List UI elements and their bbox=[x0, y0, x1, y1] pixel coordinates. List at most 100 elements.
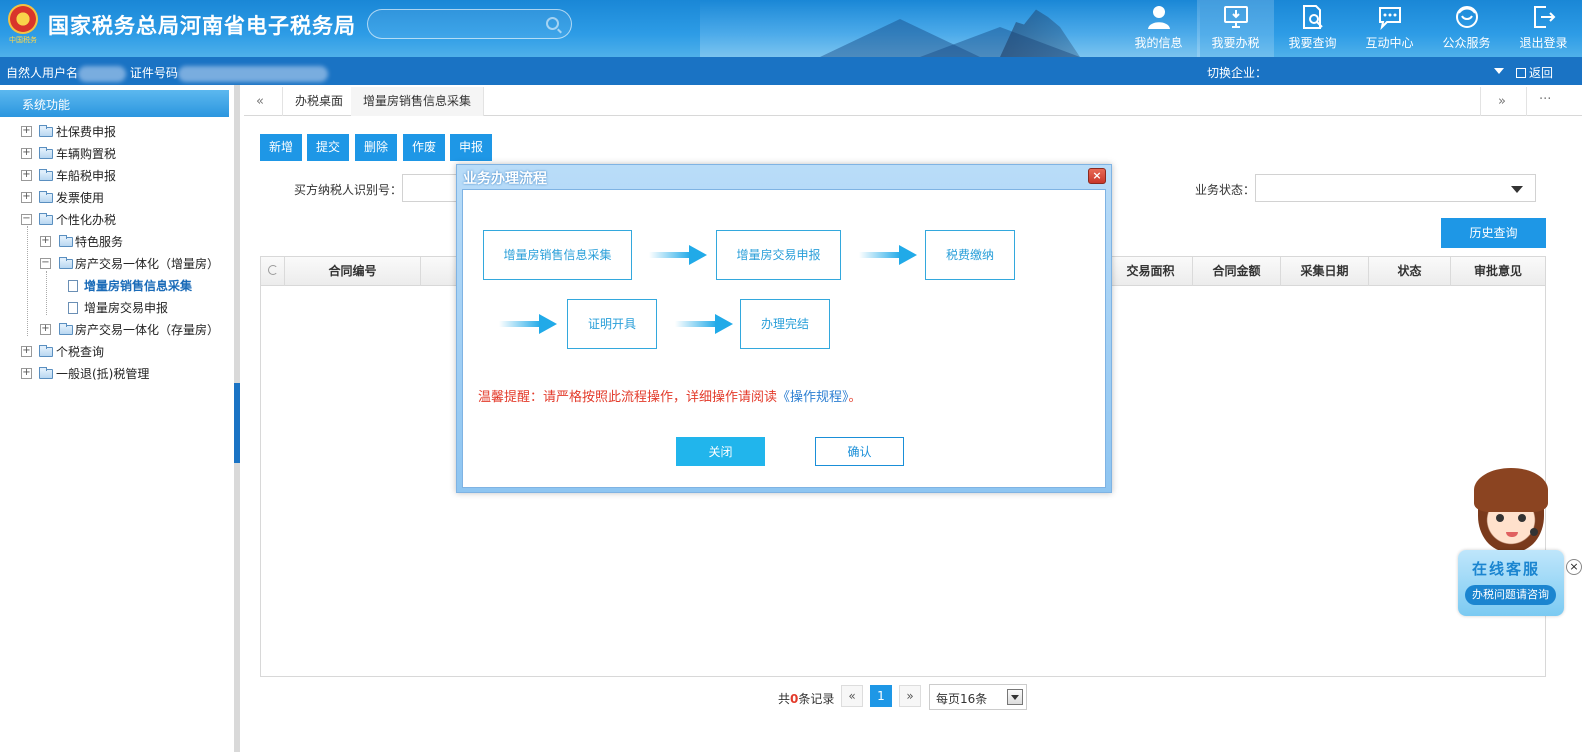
search-icon[interactable] bbox=[546, 17, 559, 30]
site-title: 国家税务总局河南省电子税务局 bbox=[48, 14, 356, 38]
sidebar-item-vehicle-purchase-tax[interactable]: + 车辆购置税 bbox=[0, 143, 232, 165]
prev-page-button[interactable]: « bbox=[841, 685, 863, 707]
chevron-down-icon bbox=[1511, 186, 1523, 193]
document-search-icon bbox=[1300, 4, 1326, 30]
sidebar-item-invoice[interactable]: + 发票使用 bbox=[0, 187, 232, 209]
tax-emblem-logo: 中国税务 bbox=[6, 4, 40, 44]
folder-open-icon bbox=[39, 213, 53, 225]
sidebar-scroll-thumb[interactable] bbox=[234, 383, 240, 463]
expand-icon[interactable]: + bbox=[21, 148, 32, 159]
chat-icon bbox=[1377, 4, 1403, 31]
collapse-icon[interactable]: − bbox=[21, 214, 32, 225]
column-approval-opinion[interactable]: 审批意见 bbox=[1451, 257, 1545, 286]
sidebar-item-vehicle-vessel-tax[interactable]: + 车船税申报 bbox=[0, 165, 232, 187]
sidebar-item-new-house-declaration[interactable]: 增量房交易申报 bbox=[0, 297, 232, 319]
expand-icon[interactable]: + bbox=[40, 236, 51, 247]
warning-message: 温馨提醒：请严格按照此流程操作，详细操作请阅读《操作规程》。 bbox=[478, 390, 862, 405]
step-transaction-declaration[interactable]: 增量房交易申报 bbox=[716, 230, 841, 280]
sidebar-item-social-security[interactable]: + 社保费申报 bbox=[0, 121, 232, 143]
expand-icon[interactable]: + bbox=[21, 346, 32, 357]
switch-enterprise-label: 切换企业： bbox=[1207, 66, 1268, 80]
nav-handle-tax[interactable]: 我要办税 bbox=[1197, 0, 1274, 57]
online-support-widget[interactable]: 在线客服 办税问题请咨询 × bbox=[1458, 468, 1582, 620]
status-select[interactable] bbox=[1255, 174, 1536, 202]
tab-new-house-sales-collection[interactable]: 增量房销售信息采集 bbox=[351, 87, 485, 116]
sidebar-item-existing-house-transaction[interactable]: + 房产交易一体化（存量房） bbox=[0, 319, 232, 341]
support-subtitle[interactable]: 办税问题请咨询 bbox=[1465, 585, 1556, 605]
declare-button[interactable]: 申报 bbox=[450, 134, 493, 161]
folder-icon bbox=[39, 169, 53, 181]
sidebar-title: 系统功能 bbox=[0, 90, 229, 117]
sidebar-item-personalized-tax[interactable]: − 个性化办税 bbox=[0, 209, 232, 231]
column-contract-amount[interactable]: 合同金额 bbox=[1193, 257, 1281, 286]
flow-arrow-icon bbox=[859, 245, 917, 265]
flow-arrow-icon bbox=[649, 245, 707, 265]
close-button[interactable]: 关闭 bbox=[676, 437, 765, 466]
nav-public-service[interactable]: 公众服务 bbox=[1428, 0, 1505, 57]
page-1-button[interactable]: 1 bbox=[870, 685, 892, 707]
enterprise-dropdown-icon[interactable] bbox=[1494, 68, 1504, 74]
search-input[interactable] bbox=[367, 9, 572, 39]
nav-interaction-center[interactable]: 互动中心 bbox=[1351, 0, 1428, 57]
user-name-redacted bbox=[78, 65, 127, 82]
dialog-body: 增量房销售信息采集 增量房交易申报 税费缴纳 证明开具 办理完结 温馨提醒：请严… bbox=[462, 189, 1106, 488]
dropdown-arrow-icon[interactable] bbox=[1007, 689, 1023, 705]
expand-icon[interactable]: + bbox=[21, 368, 32, 379]
submit-button[interactable]: 提交 bbox=[307, 134, 350, 161]
folder-icon bbox=[39, 367, 53, 379]
dialog-close-icon[interactable]: × bbox=[1088, 168, 1106, 184]
tab-tax-desktop[interactable]: 办税桌面 bbox=[282, 87, 357, 116]
back-link[interactable]: 返回 bbox=[1516, 64, 1553, 81]
support-panel[interactable]: 在线客服 办税问题请咨询 bbox=[1458, 550, 1564, 616]
more-icon[interactable]: ··· bbox=[1539, 92, 1551, 107]
step-completion[interactable]: 办理完结 bbox=[740, 299, 830, 349]
step-sales-collection[interactable]: 增量房销售信息采集 bbox=[483, 230, 632, 280]
support-avatar bbox=[1474, 468, 1548, 552]
sidebar-item-tax-refund[interactable]: + 一般退(抵)税管理 bbox=[0, 363, 232, 385]
operation-rules-link[interactable]: 《操作规程》 bbox=[777, 390, 849, 405]
nav-my-info[interactable]: 我的信息 bbox=[1120, 0, 1197, 57]
sidebar-item-income-tax-query[interactable]: + 个税查询 bbox=[0, 341, 232, 363]
service-icon bbox=[1454, 4, 1480, 30]
add-button[interactable]: 新增 bbox=[260, 134, 303, 161]
tab-divider bbox=[1526, 87, 1527, 116]
buyer-id-input[interactable] bbox=[402, 174, 462, 202]
support-close-icon[interactable]: × bbox=[1566, 559, 1582, 575]
nav-query[interactable]: 我要查询 bbox=[1274, 0, 1351, 57]
collapse-icon[interactable]: − bbox=[40, 258, 51, 269]
tab-divider bbox=[1480, 87, 1481, 116]
tab-scroll-left-icon[interactable]: « bbox=[256, 94, 264, 109]
nav-logout[interactable]: 退出登录 bbox=[1505, 0, 1582, 57]
record-count: 共0条记录 bbox=[778, 692, 835, 706]
user-info: 自然人用户名 证件号码 bbox=[6, 64, 328, 82]
sidebar-item-new-house-transaction[interactable]: − 房产交易一体化（增量房） bbox=[0, 253, 232, 275]
column-collect-date[interactable]: 采集日期 bbox=[1281, 257, 1369, 286]
sidebar: 系统功能 + 社保费申报 + 车辆购置税 + 车船税申报 + 发票使用 − 个性… bbox=[0, 85, 240, 752]
folder-icon bbox=[39, 345, 53, 357]
delete-button[interactable]: 删除 bbox=[355, 134, 398, 161]
document-icon bbox=[68, 280, 78, 292]
next-page-button[interactable]: » bbox=[899, 685, 921, 707]
history-query-button[interactable]: 历史查询 bbox=[1441, 218, 1546, 248]
expand-icon[interactable]: + bbox=[21, 170, 32, 181]
flow-arrow-icon bbox=[499, 314, 557, 334]
buyer-id-label: 买方纳税人识别号： bbox=[294, 183, 403, 197]
select-column-header[interactable] bbox=[261, 257, 285, 286]
id-number-redacted bbox=[177, 65, 328, 82]
step-tax-payment[interactable]: 税费缴纳 bbox=[925, 230, 1015, 280]
sidebar-scrollbar[interactable] bbox=[234, 85, 240, 752]
column-trade-area[interactable]: 交易面积 bbox=[1109, 257, 1193, 286]
tab-scroll-right-icon[interactable]: » bbox=[1498, 94, 1506, 109]
sidebar-item-special-services[interactable]: + 特色服务 bbox=[0, 231, 232, 253]
step-certificate-issue[interactable]: 证明开具 bbox=[567, 299, 657, 349]
confirm-button[interactable]: 确认 bbox=[815, 437, 904, 466]
user-icon bbox=[1146, 4, 1172, 30]
expand-icon[interactable]: + bbox=[40, 324, 51, 335]
expand-icon[interactable]: + bbox=[21, 126, 32, 137]
sidebar-item-new-house-sales-collection[interactable]: 增量房销售信息采集 bbox=[0, 275, 232, 297]
column-contract-no[interactable]: 合同编号 bbox=[285, 257, 421, 286]
page-size-select[interactable]: 每页16条 bbox=[929, 684, 1027, 710]
void-button[interactable]: 作废 bbox=[403, 134, 446, 161]
expand-icon[interactable]: + bbox=[21, 192, 32, 203]
column-status[interactable]: 状态 bbox=[1369, 257, 1451, 286]
